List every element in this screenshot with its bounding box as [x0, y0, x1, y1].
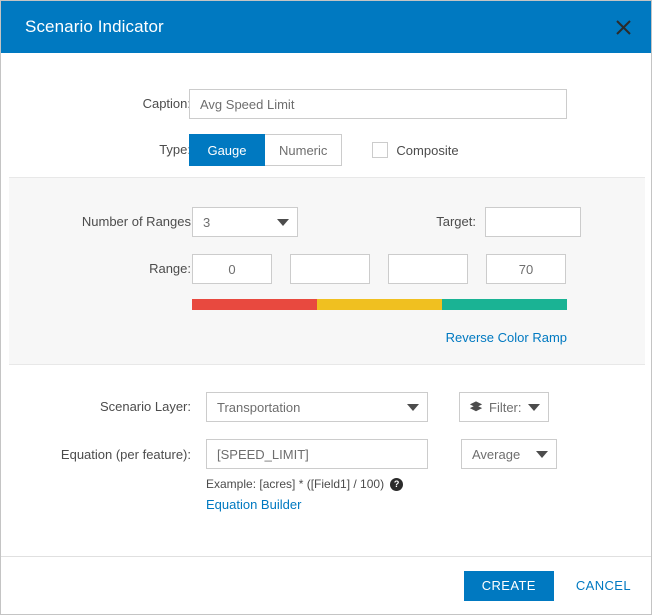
reverse-color-ramp-wrap: Reverse Color Ramp: [1, 329, 567, 347]
caption-row: Caption:: [1, 89, 652, 119]
caption-label: Caption:: [1, 89, 191, 112]
filter-label: Filter:: [489, 400, 522, 415]
chevron-down-icon: [528, 404, 540, 411]
equation-label: Equation (per feature):: [1, 439, 191, 463]
scenario-layer-row: Scenario Layer: Transportation Filter:: [1, 392, 652, 422]
chevron-down-icon: [536, 451, 548, 458]
range-row: Range:: [1, 254, 652, 284]
chevron-down-icon: [277, 219, 289, 226]
color-ramp-band-1: [192, 299, 317, 310]
equation-field-group: Example: [acres] * ([Field1] / 100) ? Eq…: [206, 439, 428, 512]
equation-example: Example: [acres] * ([Field1] / 100) ?: [206, 477, 428, 491]
equation-example-text: Example: [acres] * ([Field1] / 100): [206, 477, 384, 491]
type-label: Type:: [1, 142, 191, 158]
range-input-3[interactable]: [388, 254, 468, 284]
range-input-2[interactable]: [290, 254, 370, 284]
equation-input[interactable]: [206, 439, 428, 469]
equation-builder-link[interactable]: Equation Builder: [206, 497, 428, 512]
color-ramp[interactable]: [192, 299, 567, 310]
dialog-titlebar: Scenario Indicator: [1, 1, 652, 53]
aggregation-select[interactable]: Average: [461, 439, 557, 469]
layers-icon: [469, 400, 483, 414]
aggregation-value: Average: [472, 447, 530, 462]
number-of-ranges-value: 3: [203, 215, 271, 230]
number-of-ranges-select[interactable]: 3: [192, 207, 298, 237]
number-of-ranges-label: Number of Ranges: [1, 214, 191, 230]
scenario-layer-value: Transportation: [217, 400, 401, 415]
equation-row: Equation (per feature): Example: [acres]…: [1, 439, 652, 512]
create-button[interactable]: CREATE: [464, 571, 554, 601]
type-option-numeric[interactable]: Numeric: [265, 134, 342, 166]
chevron-down-icon: [407, 404, 419, 411]
scenario-layer-select[interactable]: Transportation: [206, 392, 428, 422]
target-label: Target:: [298, 214, 476, 230]
range-input-1[interactable]: [192, 254, 272, 284]
scenario-indicator-dialog: Scenario Indicator Caption: Type: Gauge …: [0, 0, 652, 615]
close-icon[interactable]: [603, 7, 643, 47]
color-ramp-band-3: [442, 299, 567, 310]
reverse-color-ramp-link[interactable]: Reverse Color Ramp: [446, 330, 567, 345]
target-input[interactable]: [485, 207, 581, 237]
cancel-button[interactable]: CANCEL: [576, 578, 631, 593]
color-ramp-band-2: [317, 299, 442, 310]
type-row: Type: Gauge Numeric Composite: [1, 134, 652, 166]
composite-label: Composite: [396, 143, 458, 158]
help-icon[interactable]: ?: [390, 478, 403, 491]
range-input-4[interactable]: [486, 254, 566, 284]
filter-control[interactable]: Filter:: [459, 392, 549, 422]
scenario-layer-label: Scenario Layer:: [1, 399, 191, 415]
range-label: Range:: [1, 261, 191, 277]
type-option-gauge[interactable]: Gauge: [189, 134, 265, 166]
dialog-footer: CREATE CANCEL: [1, 556, 652, 614]
caption-input[interactable]: [189, 89, 567, 119]
composite-checkbox[interactable]: Composite: [372, 142, 458, 158]
dialog-title: Scenario Indicator: [25, 17, 164, 37]
type-toggle-group: Gauge Numeric: [189, 134, 342, 166]
number-of-ranges-row: Number of Ranges 3 Target:: [1, 207, 652, 237]
composite-checkbox-box[interactable]: [372, 142, 388, 158]
